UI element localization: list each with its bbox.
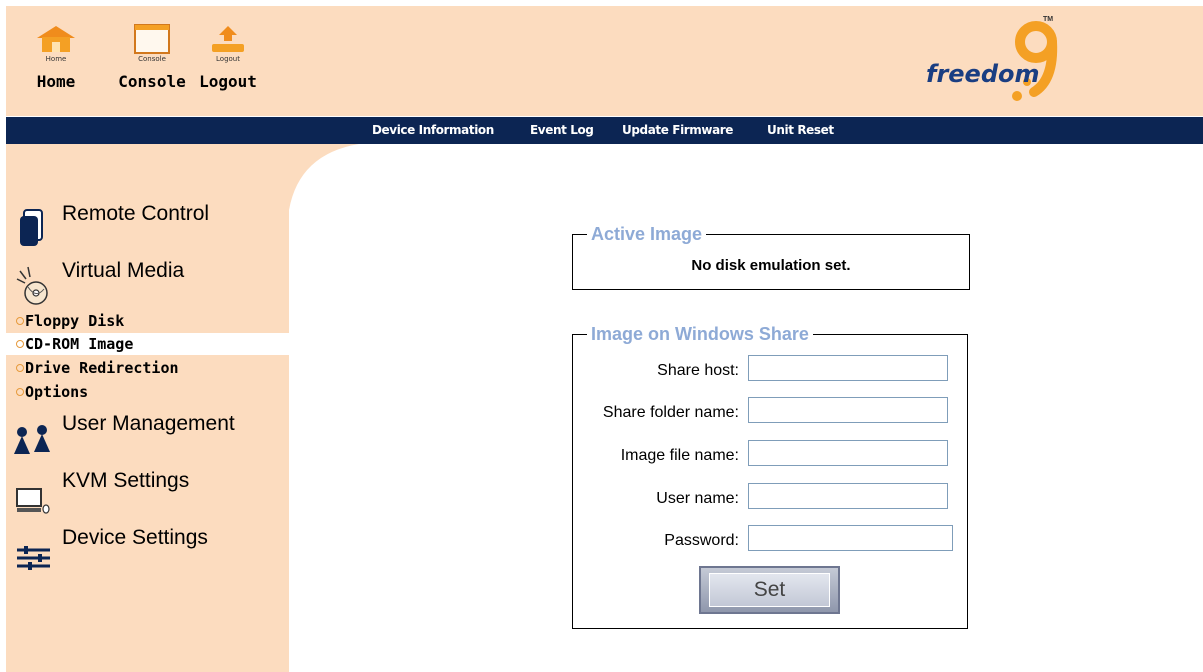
- sidebar-item-user-management[interactable]: User Management: [6, 412, 289, 456]
- sidebar-subitem-label: Floppy Disk: [25, 312, 125, 330]
- sidebar-item-label: Remote Control: [62, 202, 210, 225]
- console-small-label: Console: [138, 55, 166, 63]
- console-toolbar-button[interactable]: Console Console: [114, 24, 190, 91]
- nav-device-information[interactable]: Device Information: [372, 123, 494, 137]
- sidebar-subitem-drive-redirection[interactable]: Drive Redirection: [6, 357, 289, 379]
- sidebar-subitem-cd-rom-image[interactable]: CD-ROM Image: [6, 333, 289, 355]
- header: Home Home Console Console Logout Logout …: [6, 6, 1203, 116]
- home-label[interactable]: Home: [26, 72, 86, 91]
- cd-disc-icon: [16, 266, 48, 305]
- password-row: Password:: [573, 525, 967, 557]
- user-name-label: User name:: [656, 490, 739, 507]
- set-button[interactable]: Set: [699, 566, 840, 614]
- brand-wordmark: freedom: [926, 60, 1040, 88]
- share-host-label: Share host:: [657, 362, 739, 379]
- sidebar-corner-curve: [289, 144, 359, 210]
- bullet-icon: [16, 340, 24, 348]
- bullet-icon: [16, 317, 24, 325]
- logout-icon: [212, 26, 244, 52]
- windows-share-panel: Image on Windows Share Share host: Share…: [572, 324, 968, 629]
- computer-icon: [16, 488, 50, 514]
- sidebar: Remote Control Virtual Media Floppy Disk…: [6, 144, 289, 672]
- sidebar-item-kvm-settings[interactable]: KVM Settings: [6, 469, 289, 514]
- share-host-row: Share host:: [573, 355, 967, 387]
- windows-share-legend: Image on Windows Share: [587, 324, 813, 344]
- active-image-legend: Active Image: [587, 224, 707, 244]
- share-host-input[interactable]: [748, 355, 948, 381]
- home-small-label: Home: [45, 55, 67, 63]
- trademark-mark: TM: [1043, 16, 1054, 23]
- users-icon: [14, 425, 50, 454]
- remote-control-icon: [20, 209, 43, 246]
- sidebar-item-label: User Management: [62, 412, 235, 435]
- sliders-icon: [17, 546, 50, 570]
- nav-update-firmware[interactable]: Update Firmware: [622, 123, 733, 137]
- console-label[interactable]: Console: [114, 72, 190, 91]
- password-label: Password:: [664, 532, 739, 549]
- sidebar-subitem-options[interactable]: Options: [6, 381, 289, 403]
- console-window-icon: [134, 24, 170, 54]
- freedom9-logo: freedom TM: [916, 10, 1076, 110]
- share-folder-label: Share folder name:: [602, 404, 739, 421]
- home-icon: [37, 26, 75, 52]
- image-file-input[interactable]: [748, 440, 948, 466]
- password-input[interactable]: [748, 525, 953, 551]
- sidebar-subitem-label: Drive Redirection: [25, 359, 179, 377]
- bullet-icon: [16, 364, 24, 372]
- nav-unit-reset[interactable]: Unit Reset: [767, 123, 834, 137]
- image-file-label: Image file name:: [620, 447, 739, 464]
- set-button-label: Set: [709, 573, 830, 607]
- logout-small-label: Logout: [216, 55, 240, 63]
- top-nav-bar: Device Information Event Log Update Firm…: [6, 117, 1203, 144]
- bullet-icon: [16, 388, 24, 396]
- logout-label[interactable]: Logout: [198, 72, 258, 91]
- sidebar-item-label: Device Settings: [62, 526, 208, 549]
- user-name-input[interactable]: [748, 483, 948, 509]
- sidebar-subitem-label: CD-ROM Image: [25, 335, 134, 353]
- nav-event-log[interactable]: Event Log: [530, 123, 594, 137]
- sidebar-item-label: Virtual Media: [62, 259, 185, 282]
- sidebar-item-label: KVM Settings: [62, 469, 190, 492]
- image-file-row: Image file name:: [573, 440, 967, 472]
- sidebar-item-device-settings[interactable]: Device Settings: [6, 526, 289, 570]
- sidebar-item-virtual-media[interactable]: Virtual Media: [6, 259, 289, 305]
- active-image-status: No disk emulation set.: [691, 257, 851, 274]
- sidebar-subitem-floppy-disk[interactable]: Floppy Disk: [6, 310, 289, 332]
- sidebar-subitem-label: Options: [25, 383, 89, 401]
- home-toolbar-button[interactable]: Home Home: [26, 24, 86, 91]
- share-folder-row: Share folder name:: [573, 397, 967, 429]
- sidebar-item-remote-control[interactable]: Remote Control: [6, 202, 289, 246]
- share-folder-input[interactable]: [748, 397, 948, 423]
- user-name-row: User name:: [573, 483, 967, 515]
- logout-toolbar-button[interactable]: Logout Logout: [198, 24, 258, 91]
- active-image-panel: Active Image No disk emulation set.: [572, 224, 970, 290]
